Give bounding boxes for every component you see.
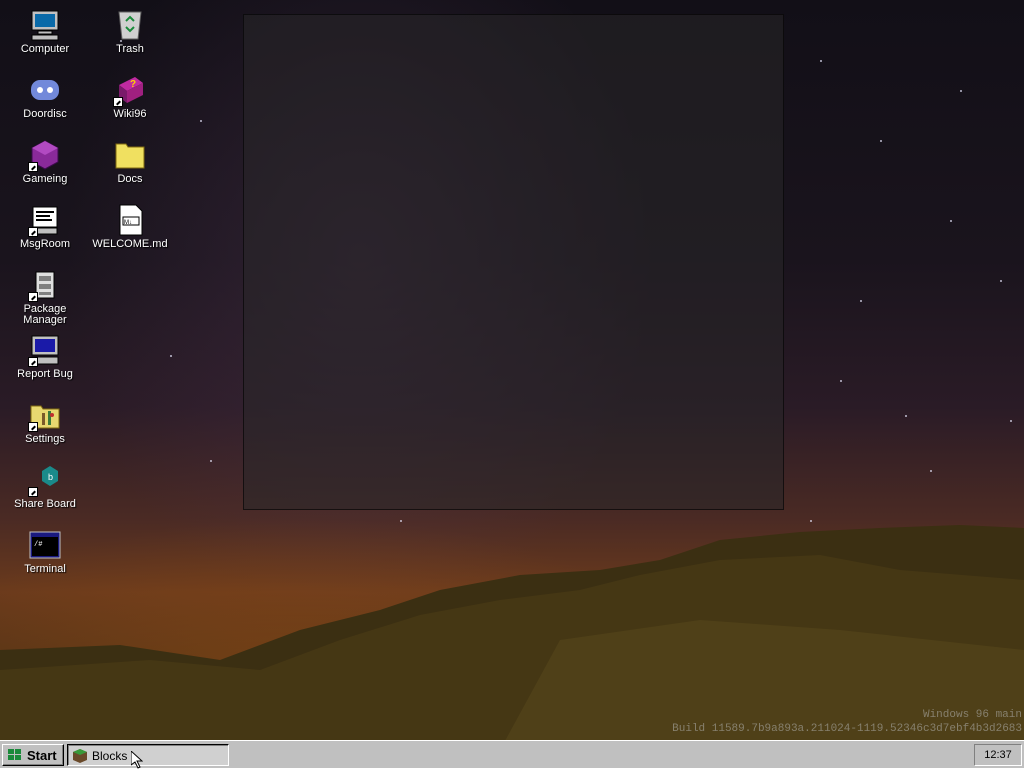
desktop-icon-label: WELCOME.md [92,238,168,250]
share-icon: b [28,463,62,497]
shortcut-arrow-icon [28,162,38,172]
desktop-icon-label: MsgRoom [19,238,71,250]
taskbar-item-label: Blocks [92,749,128,763]
computer-icon [28,8,62,42]
desktop-icon-label: Share Board [14,498,76,510]
recycle-bin-icon [113,8,147,42]
desktop-icon-label: Report Bug [17,368,73,380]
desktop-icon-gameing[interactable]: Gameing [5,138,85,185]
shortcut-arrow-icon [113,97,123,107]
desktop-icon-label: Settings [25,433,65,445]
shortcut-arrow-icon [28,227,38,237]
desktop-icon-label: Doordisc [23,108,67,120]
desktop-icon-label: Computer [20,43,70,55]
terminal-icon: /# [28,528,62,562]
system-tray-clock[interactable]: 12:37 [974,744,1022,766]
svg-text:b: b [48,472,53,482]
desktop-icon-settings[interactable]: Settings [5,398,85,445]
desktop-icon-label: Trash [116,43,144,55]
shortcut-arrow-icon [28,422,38,432]
desktop-icon-doordisc[interactable]: Doordisc [5,73,85,120]
taskbar-item-blocks[interactable]: Blocks [67,744,229,766]
build-number: Build 11589.7b9a893a.211024-1119.52346c3… [672,723,1022,735]
desktop-icon-terminal[interactable]: /# Terminal [5,528,85,575]
desktop-icon-welcome-md[interactable]: M↓ WELCOME.md [90,203,170,250]
desktop-icon-computer[interactable]: Computer [5,8,85,55]
desktop-icon-label: Docs [117,173,143,185]
settings-folder-icon [28,398,62,432]
folder-icon [113,138,147,172]
mountain-silhouette [0,525,1024,740]
svg-text:M↓: M↓ [124,220,132,226]
blank-window-overlay[interactable] [243,14,784,510]
blocks-icon [72,748,88,767]
svg-text:?: ? [130,79,136,90]
help-book-icon: ? [113,73,147,107]
svg-text:/#: /# [34,541,42,549]
desktop-icon-msgroom[interactable]: MsgRoom [5,203,85,250]
windows-logo-icon [7,748,23,765]
computer-icon [28,333,62,367]
desktop-wallpaper: Computer Doordisc Gameing MsgRoom Packag… [0,0,1024,740]
cube-icon [28,138,62,172]
chat-icon [28,203,62,237]
desktop-icon-label: Package Manager [23,303,67,326]
package-icon [28,268,62,302]
mouse-cursor-icon [130,749,144,772]
desktop-icon-label: Terminal [24,563,66,575]
discord-icon [28,73,62,107]
taskbar: Start Blocks 12:37 [0,740,1024,768]
desktop-icon-package-manager[interactable]: Package Manager [5,268,85,326]
desktop-icon-docs[interactable]: Docs [90,138,170,185]
build-edition: Windows 96 main [922,709,1022,721]
shortcut-arrow-icon [28,357,38,367]
start-button[interactable]: Start [2,744,64,766]
desktop-icon-wiki96[interactable]: ? Wiki96 [90,73,170,120]
start-label: Start [27,748,57,763]
desktop-icon-trash[interactable]: Trash [90,8,170,55]
desktop-icon-label: Gameing [22,173,68,185]
desktop-icon-label: Wiki96 [113,108,147,120]
desktop-icon-share-board[interactable]: b Share Board [5,463,85,510]
shortcut-arrow-icon [28,292,38,302]
shortcut-arrow-icon [28,487,38,497]
markdown-file-icon: M↓ [113,203,147,237]
desktop-icon-report-bug[interactable]: Report Bug [5,333,85,380]
build-watermark: Windows 96 main Build 11589.7b9a893a.211… [672,708,1022,736]
